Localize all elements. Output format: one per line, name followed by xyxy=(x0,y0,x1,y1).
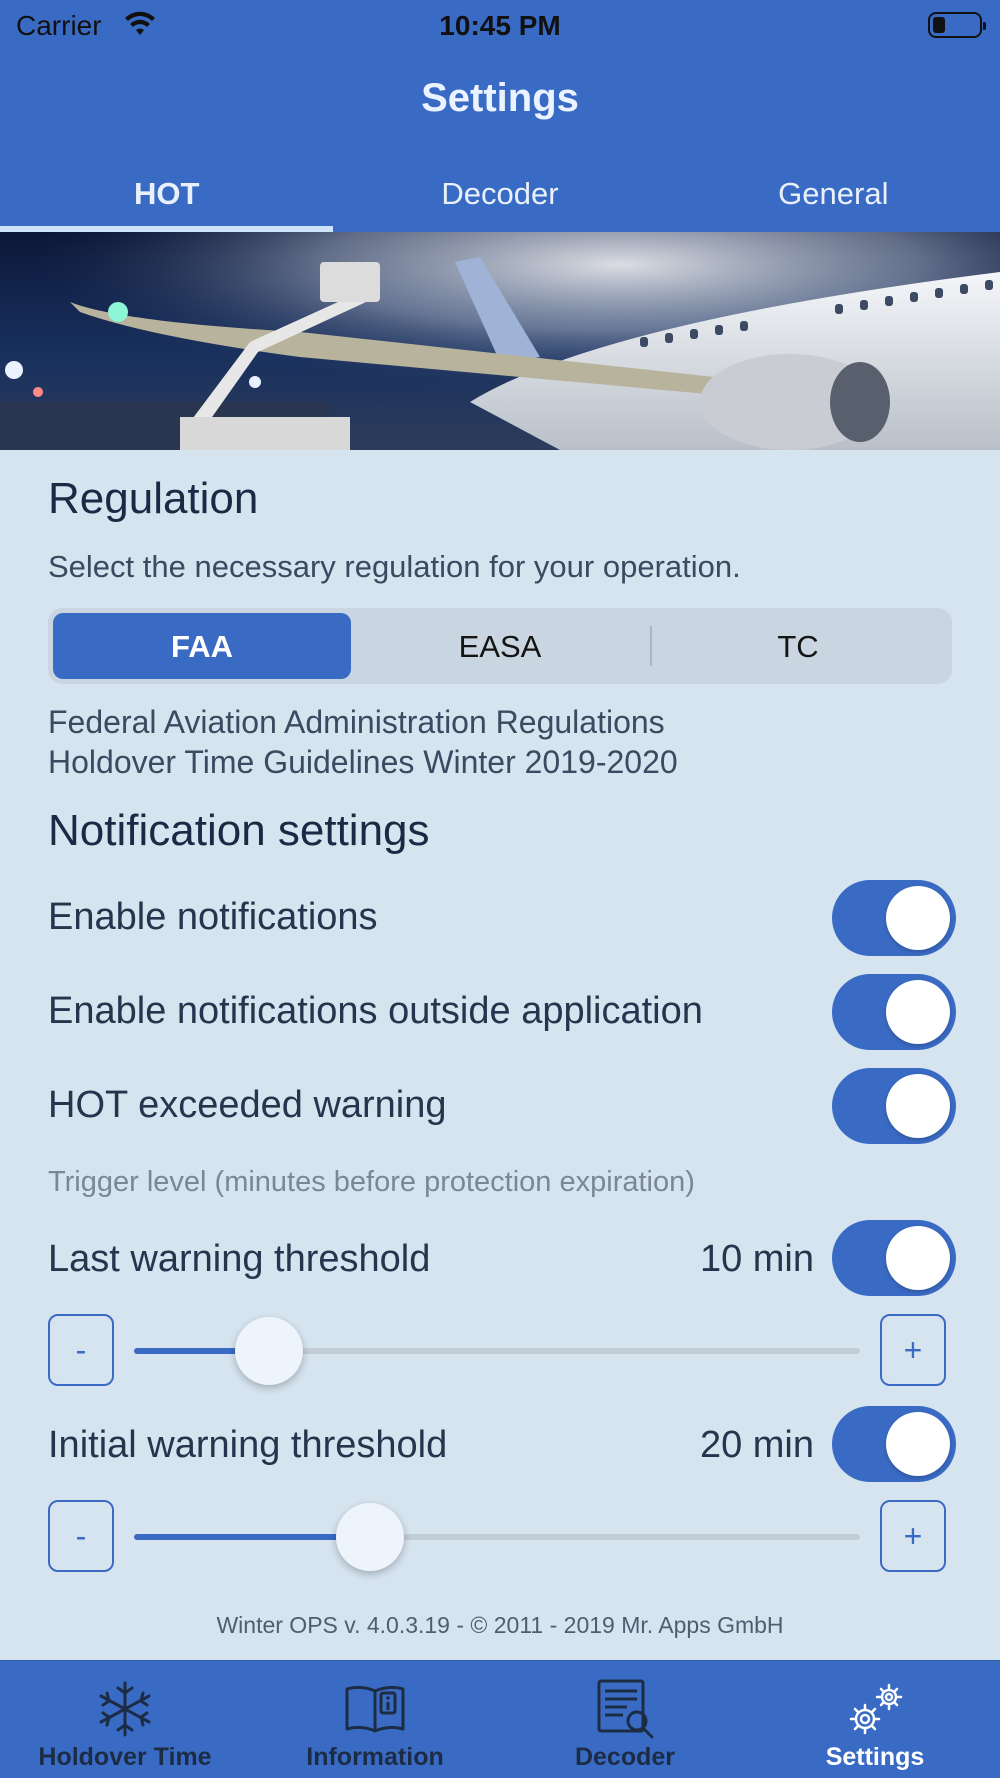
initial-warning-threshold-value: 20 min xyxy=(699,1424,814,1466)
page-title: Settings xyxy=(421,76,579,120)
toggle-knob xyxy=(886,1412,950,1476)
regulation-description-line1: Federal Aviation Administration Regulati… xyxy=(48,704,665,740)
version-footer: Winter OPS v. 4.0.3.19 - © 2011 - 2019 M… xyxy=(216,1612,784,1638)
clock: 10:45 PM xyxy=(439,10,561,41)
regulation-description-line2: Holdover Time Guidelines Winter 2019-202… xyxy=(48,744,678,780)
toggle-knob xyxy=(886,1074,950,1138)
slider-thumb[interactable] xyxy=(335,1503,404,1571)
slider-fill xyxy=(134,1534,370,1540)
enable-outside-notifications-toggle[interactable] xyxy=(832,974,956,1050)
bottom-tab-bar: Holdover Time Information Decoder Settin… xyxy=(0,1660,1000,1778)
battery-icon xyxy=(928,12,986,38)
book-icon xyxy=(345,1685,405,1733)
initial-warning-slider[interactable] xyxy=(134,1503,860,1571)
enable-notifications-label: Enable notifications xyxy=(48,896,378,938)
hot-exceeded-warning-label: HOT exceeded warning xyxy=(48,1084,447,1126)
initial-warning-threshold-label: Initial warning threshold xyxy=(48,1424,448,1466)
snowflake-icon xyxy=(99,1681,151,1737)
toggle-knob xyxy=(886,886,950,950)
notification-settings-title: Notification settings xyxy=(48,806,430,855)
last-warning-minus-button[interactable]: - xyxy=(48,1314,114,1386)
last-warning-plus-button[interactable]: + xyxy=(880,1314,946,1386)
segment-tc[interactable]: TC xyxy=(649,613,947,679)
segment-divider xyxy=(650,626,652,666)
toggle-knob xyxy=(886,1226,950,1290)
tabbar-label-decoder: Decoder xyxy=(574,1743,676,1771)
last-warning-threshold-label: Last warning threshold xyxy=(48,1238,431,1280)
slider-thumb[interactable] xyxy=(235,1317,304,1385)
top-tabs: HOT Decoder General xyxy=(0,164,1000,232)
enable-outside-notifications-label: Enable notifications outside application xyxy=(48,990,703,1032)
regulation-segmented-control: FAA EASA TC xyxy=(48,608,952,684)
tabbar-label-information: Information xyxy=(306,1743,444,1771)
last-warning-threshold-value: 10 min xyxy=(699,1238,814,1280)
segment-faa[interactable]: FAA xyxy=(53,613,351,679)
tab-general[interactable]: General xyxy=(667,164,1000,232)
regulation-title: Regulation xyxy=(48,474,259,523)
trigger-level-hint: Trigger level (minutes before protection… xyxy=(48,1166,695,1198)
hot-exceeded-warning-toggle[interactable] xyxy=(832,1068,956,1144)
document-search-icon xyxy=(597,1679,654,1739)
last-warning-slider[interactable] xyxy=(134,1317,860,1385)
tab-hot[interactable]: HOT xyxy=(0,164,334,232)
initial-warning-threshold-toggle[interactable] xyxy=(832,1406,956,1482)
regulation-subtitle: Select the necessary regulation for your… xyxy=(48,549,741,584)
status-bar: Carrier 10:45 PM xyxy=(0,0,1000,50)
segment-easa[interactable]: EASA xyxy=(351,613,649,679)
last-warning-threshold-toggle[interactable] xyxy=(832,1220,956,1296)
hero-image xyxy=(0,232,1000,450)
tabbar-item-decoder[interactable]: Decoder xyxy=(500,1661,750,1778)
enable-notifications-toggle[interactable] xyxy=(832,880,956,956)
tab-decoder[interactable]: Decoder xyxy=(333,164,666,232)
header: Carrier 10:45 PM Settings HOT Decoder Ge… xyxy=(0,0,1000,232)
initial-warning-plus-button[interactable]: + xyxy=(880,1500,946,1572)
tabbar-item-holdover-time[interactable]: Holdover Time xyxy=(0,1661,250,1778)
gears-icon xyxy=(849,1683,903,1735)
toggle-knob xyxy=(886,980,950,1044)
tabbar-label-settings: Settings xyxy=(825,1743,925,1771)
initial-warning-minus-button[interactable]: - xyxy=(48,1500,114,1572)
tabbar-label-holdover-time: Holdover Time xyxy=(38,1743,212,1771)
tabbar-item-settings[interactable]: Settings xyxy=(750,1661,1000,1778)
tabbar-item-information[interactable]: Information xyxy=(250,1661,500,1778)
